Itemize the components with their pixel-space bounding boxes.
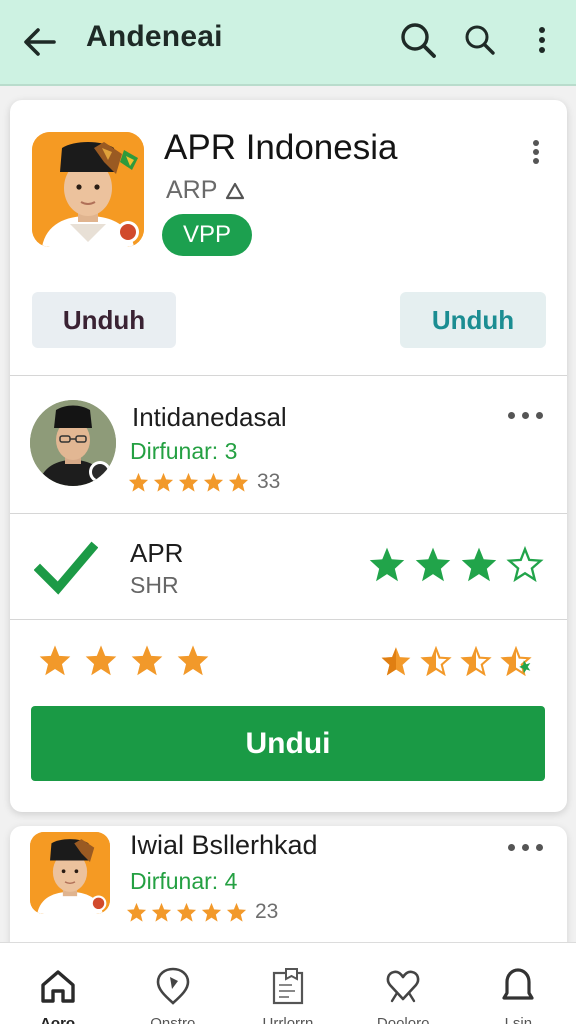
more-horiz-icon <box>508 844 515 851</box>
star-icon <box>151 902 172 922</box>
divider <box>10 619 567 620</box>
review-meta: Dirfunar: 4 <box>130 868 238 894</box>
star-icon <box>226 902 247 922</box>
star-icon <box>461 547 497 582</box>
download-button-primary[interactable]: Undui <box>31 706 545 781</box>
arrow-left-icon <box>24 28 56 56</box>
search-icon <box>401 23 436 58</box>
star-icon <box>128 472 149 492</box>
nav-label: Urrlorrn <box>262 1015 314 1024</box>
star-icon <box>153 472 174 492</box>
nav-item-notifications[interactable]: Lsin <box>463 943 573 1024</box>
star-outline-icon <box>506 546 544 582</box>
review-count: 33 <box>257 470 281 493</box>
status-title: APR <box>130 538 184 568</box>
star-icon <box>178 472 199 492</box>
checkmark-icon <box>34 541 98 595</box>
divider <box>10 375 567 376</box>
more-vert-icon <box>533 140 539 146</box>
search-button[interactable] <box>396 18 440 62</box>
page-title: Andeneai <box>86 20 223 53</box>
review-meta: Dirfunar: 3 <box>130 438 238 464</box>
star-icon <box>228 472 249 492</box>
app-subtitle-text: ARP <box>166 176 218 204</box>
vpp-badge[interactable]: VPP <box>162 214 252 256</box>
nav-item-library[interactable]: Urrlorrn <box>233 943 343 1024</box>
app-detail-card: APR Indonesia ARP VPP Unduh Unduh Intida… <box>10 100 567 812</box>
nav-label: Dooloro <box>376 1015 430 1024</box>
search-icon <box>465 25 495 55</box>
location-pin-icon <box>156 967 190 1005</box>
nav-item-home[interactable]: Aoro <box>3 943 113 1024</box>
nav-label: Aoro <box>40 1015 76 1024</box>
star-icon <box>39 645 71 676</box>
star-icon <box>176 902 197 922</box>
rating-stars-right[interactable] <box>380 646 532 676</box>
app-icon[interactable] <box>32 132 144 247</box>
star-icon <box>415 547 451 582</box>
review-rating: 33 <box>128 470 280 494</box>
review-menu-button[interactable] <box>506 406 545 425</box>
nav-label: Onstro <box>150 1015 196 1024</box>
status-subtitle: SHR <box>130 572 179 598</box>
star-icon <box>126 902 147 922</box>
app-icon[interactable] <box>30 832 110 914</box>
review-count: 23 <box>255 900 279 923</box>
portrait-icon <box>32 132 144 247</box>
app-subtitle: ARP <box>166 176 245 205</box>
overflow-menu-button[interactable] <box>520 18 564 62</box>
book-icon <box>272 968 304 1005</box>
star-icon <box>85 645 117 676</box>
star-icon <box>203 472 224 492</box>
back-button[interactable] <box>18 20 62 64</box>
warning-triangle-icon <box>226 182 245 199</box>
nav-item-location[interactable]: Onstro <box>118 943 228 1024</box>
download-button-left[interactable]: Unduh <box>32 292 176 348</box>
review-name: Iwial Bsllerhkad <box>130 830 318 860</box>
download-button-right[interactable]: Unduh <box>400 292 546 348</box>
review-rating: 23 <box>126 900 278 924</box>
star-half-icon <box>420 646 452 676</box>
home-icon <box>40 970 75 1003</box>
nav-label: Lsin <box>504 1015 533 1024</box>
search-button-secondary[interactable] <box>458 18 502 62</box>
app-menu-button[interactable] <box>524 134 548 170</box>
star-icon <box>201 902 222 922</box>
portrait-icon <box>30 400 116 486</box>
more-horiz-icon <box>508 412 515 419</box>
top-app-bar: Andeneai <box>0 0 576 86</box>
divider <box>10 513 567 514</box>
star-icon <box>131 645 163 676</box>
bottom-navigation: Aoro Onstro Urrlorrn Dooloro Lsin <box>0 942 576 1024</box>
more-vert-icon <box>539 27 545 53</box>
review-name: Intidanedasal <box>132 402 287 432</box>
star-icon <box>369 547 405 582</box>
status-rating[interactable] <box>368 546 544 582</box>
star-half-icon <box>460 646 492 676</box>
star-half-icon <box>500 646 532 676</box>
portrait-icon <box>30 832 110 914</box>
avatar[interactable] <box>30 400 116 486</box>
heart-icon <box>386 970 420 1003</box>
star-icon <box>177 645 209 676</box>
nav-item-favorites[interactable]: Dooloro <box>348 943 458 1024</box>
review-menu-button[interactable] <box>506 838 545 857</box>
star-half-icon <box>381 647 411 676</box>
rating-stars-left[interactable] <box>38 644 210 676</box>
bell-icon <box>502 968 534 1000</box>
app-title: APR Indonesia <box>164 128 398 167</box>
